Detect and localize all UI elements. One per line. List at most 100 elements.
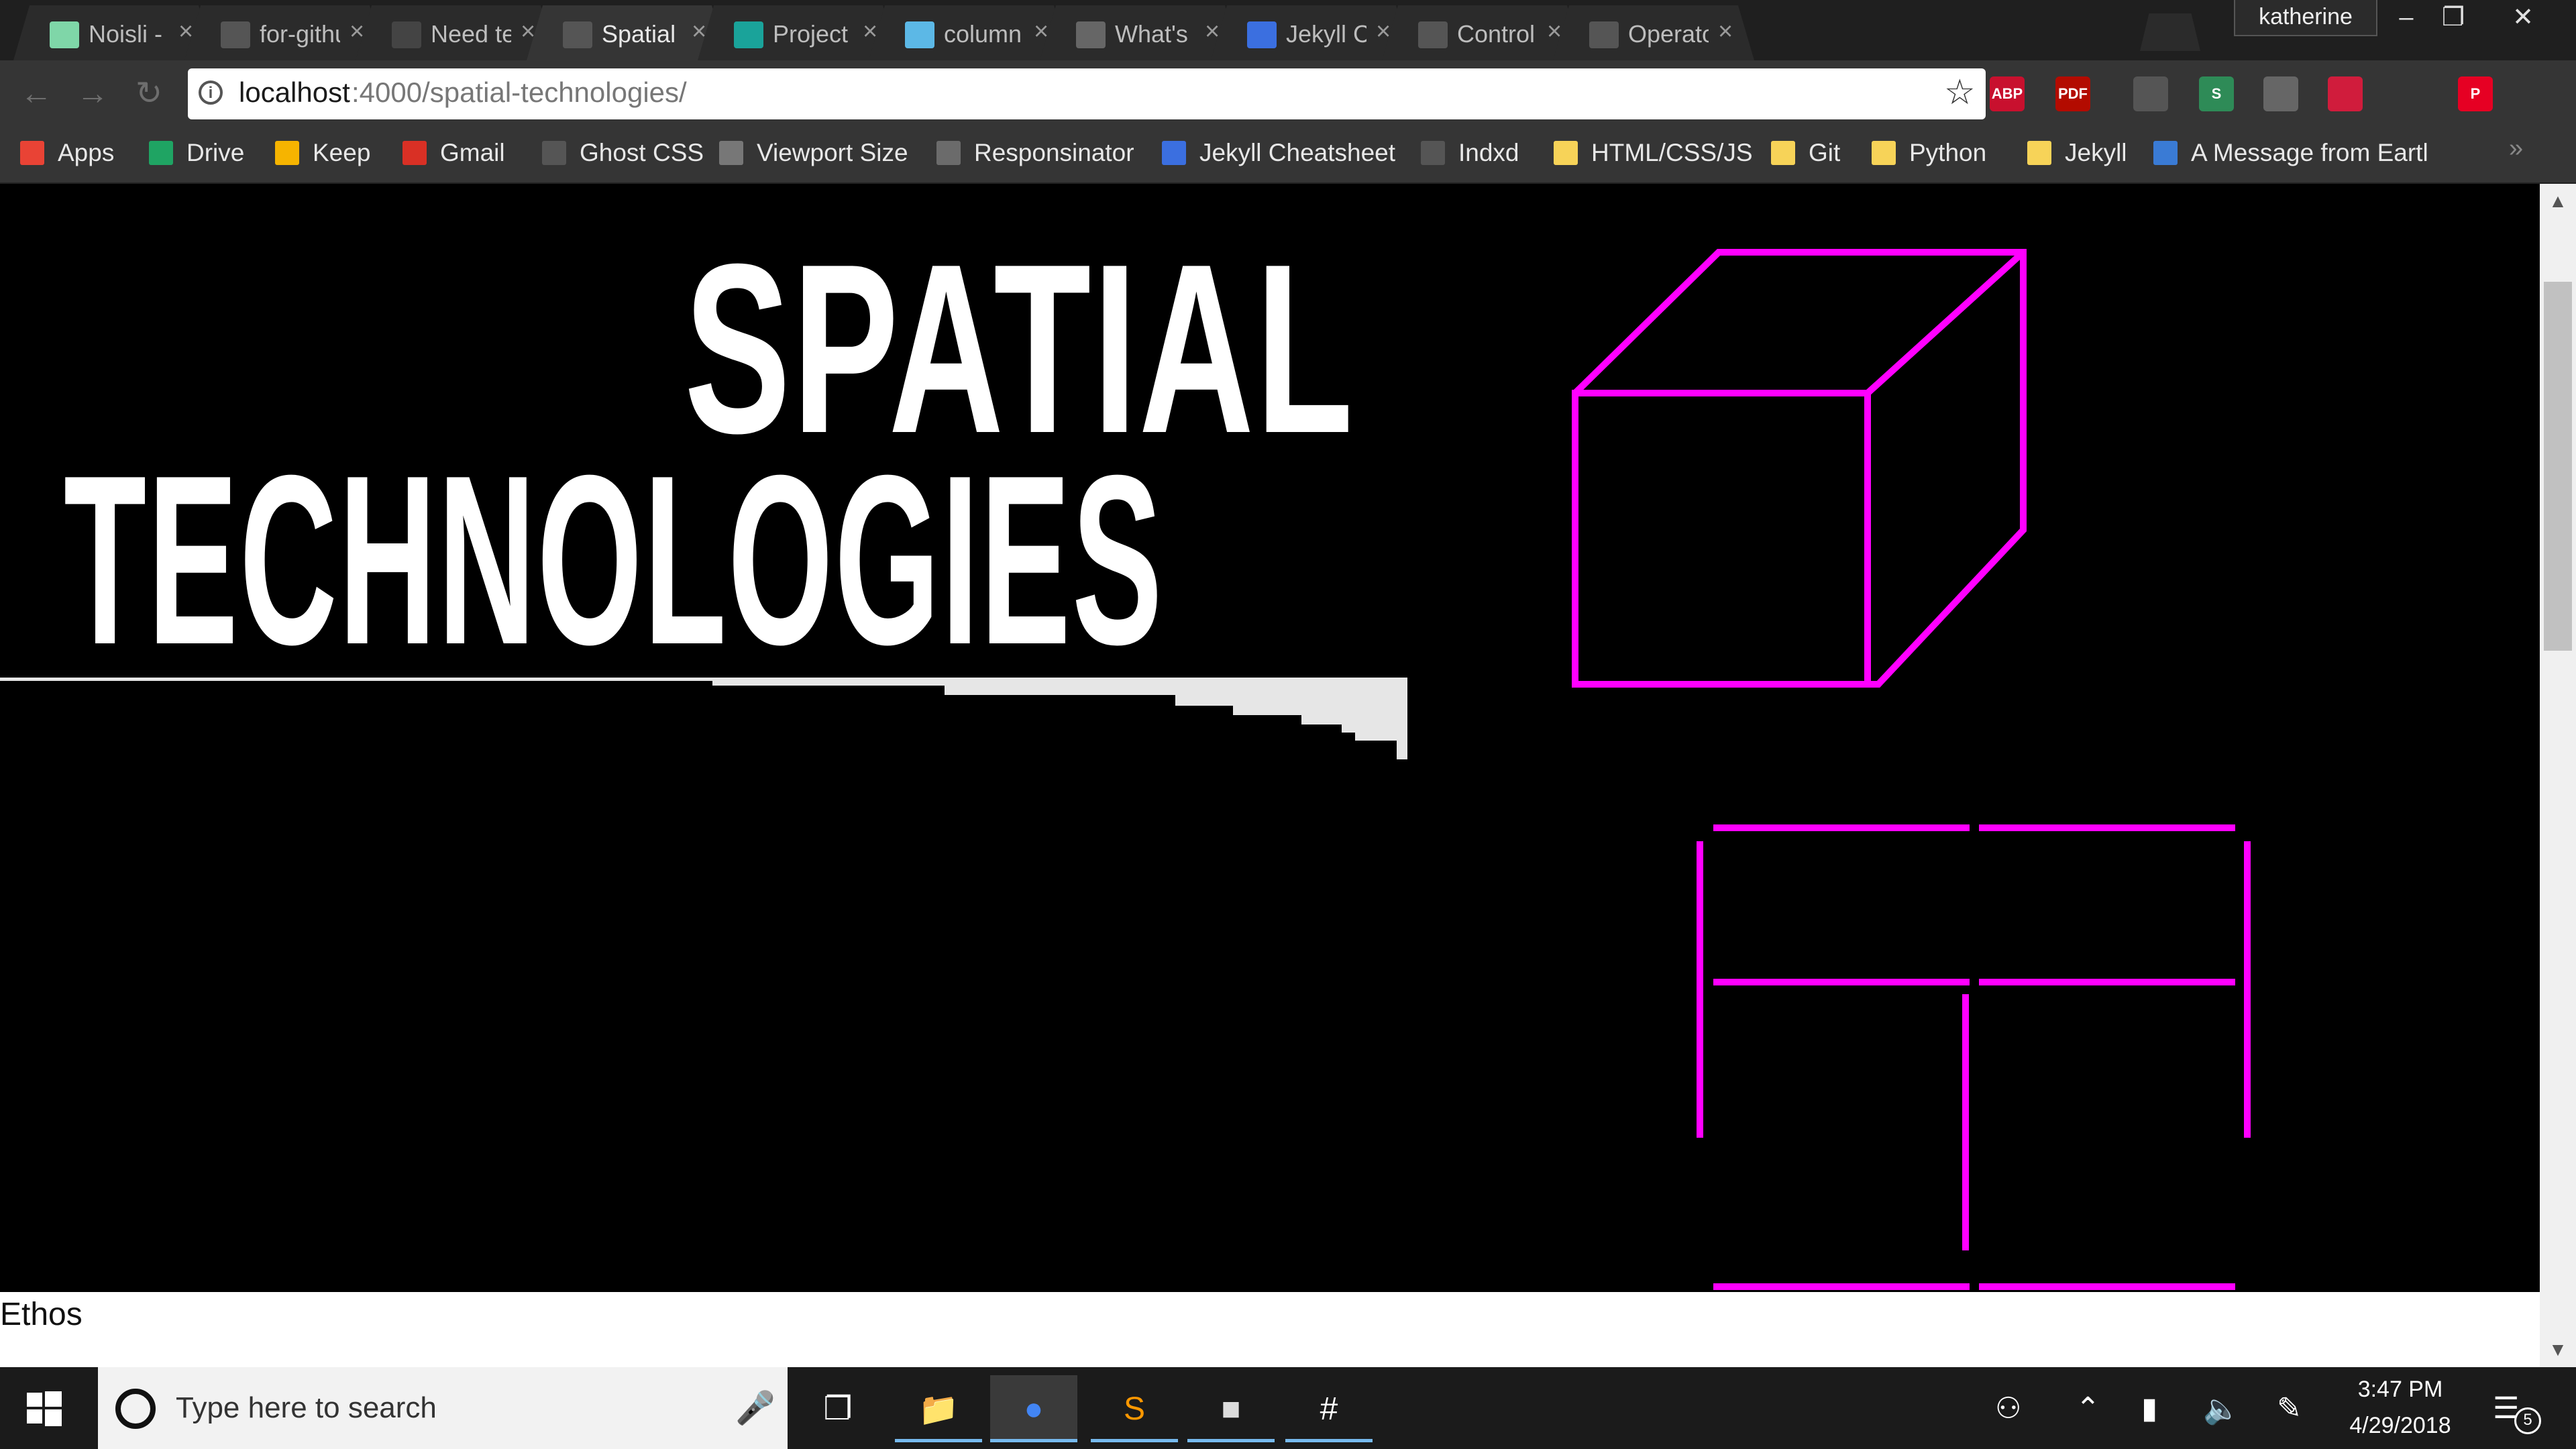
tab-title: Control: [1457, 20, 1536, 48]
bookmark-item[interactable]: Responsinator: [936, 133, 1134, 173]
bookmark-item[interactable]: Jekyll Cheatsheet: [1162, 133, 1395, 173]
tab-title: Spatial T: [602, 20, 682, 48]
cortana-icon: [115, 1389, 156, 1429]
dots-icon: [719, 141, 743, 165]
bookmark-label: Viewport Size: [757, 139, 908, 166]
bookmark-label: Drive: [186, 139, 245, 166]
bookmark-item[interactable]: Git: [1771, 133, 1840, 173]
bookmark-item[interactable]: A Message from Eartl: [2153, 133, 2428, 173]
ethos-section: [0, 1292, 2540, 1367]
bookmark-item[interactable]: Apps: [20, 133, 114, 173]
bookmark-item[interactable]: Indxd: [1421, 133, 1519, 173]
pdf-icon[interactable]: PDF: [2055, 76, 2090, 111]
tab[interactable]: Operato ×: [1553, 5, 1754, 60]
battery-icon[interactable]: ▮: [2141, 1391, 2157, 1426]
bookmark-star-icon[interactable]: ☆: [1944, 72, 1976, 113]
bookmark-label: Jekyll Cheatsheet: [1199, 139, 1396, 166]
scroll-down-icon[interactable]: ▼: [2540, 1336, 2576, 1363]
bookmark-item[interactable]: Jekyll: [2027, 133, 2127, 173]
folder-icon: [1771, 141, 1795, 165]
restore-icon[interactable]: ❐: [2423, 0, 2483, 35]
pocket-icon[interactable]: [2328, 76, 2363, 111]
bookmark-item[interactable]: Drive: [149, 133, 244, 173]
reload-icon[interactable]: ↻: [127, 72, 170, 115]
pinterest-icon[interactable]: P: [2458, 76, 2493, 111]
tab-title: column: [944, 20, 1022, 48]
profile-button[interactable]: katherine: [2234, 0, 2377, 36]
project-icon: [734, 21, 763, 48]
r-icon: [936, 141, 961, 165]
microphone-icon[interactable]: 🎤: [735, 1389, 775, 1427]
windows-start-icon[interactable]: [27, 1391, 62, 1426]
tab-close-icon[interactable]: ×: [1718, 17, 1733, 46]
task-view-icon[interactable]: ❐: [794, 1375, 881, 1442]
scrollbar-thumb[interactable]: [2544, 282, 2572, 651]
clock-time[interactable]: 3:47 PM: [2333, 1377, 2467, 1403]
scribe-icon[interactable]: S: [2199, 76, 2234, 111]
jekyll-icon: [1247, 21, 1277, 48]
gmail-icon: [402, 141, 427, 165]
file-explorer-icon[interactable]: 📁: [895, 1375, 982, 1442]
bookmark-item[interactable]: Python: [1872, 133, 1986, 173]
dots-icon: [1076, 21, 1106, 48]
bookmark-item[interactable]: Keep: [275, 133, 370, 173]
sublime-text-icon[interactable]: S: [1091, 1375, 1178, 1442]
close-window-icon[interactable]: ✕: [2493, 0, 2553, 35]
running-indicator: [990, 1439, 1077, 1442]
terminal-icon[interactable]: ■: [1187, 1375, 1275, 1442]
bookmark-item[interactable]: HTML/CSS/JS: [1554, 133, 1753, 173]
bookmark-label: Indxd: [1458, 139, 1519, 166]
hero-title-line-2: TECHNOLOGIES: [64, 425, 1164, 695]
tab-title: Noisli - I: [89, 20, 169, 48]
bookmark-item[interactable]: Viewport Size: [719, 133, 908, 173]
scroll-up-icon[interactable]: ▲: [2540, 188, 2576, 215]
bookmark-label: Ghost CSS: [580, 139, 704, 166]
show-hidden-icons-chevron-icon[interactable]: ⌃: [2076, 1391, 2100, 1426]
tab-title: Project F: [773, 20, 853, 48]
bookmarks-overflow-button[interactable]: »: [2509, 134, 2523, 163]
folder-icon: [1554, 141, 1578, 165]
new-tab-button[interactable]: [2140, 13, 2200, 51]
site-info-icon[interactable]: i: [199, 80, 223, 105]
running-indicator: [1187, 1439, 1275, 1442]
forward-arrow-icon[interactable]: →: [71, 72, 114, 115]
keep-icon: [275, 141, 299, 165]
bookmark-item[interactable]: Gmail: [402, 133, 505, 173]
bookmark-label: Jekyll: [2065, 139, 2127, 166]
ethos-heading: Ethos: [0, 1297, 83, 1332]
volume-icon[interactable]: 🔈: [2203, 1391, 2240, 1426]
chrome-icon[interactable]: ●: [990, 1375, 1077, 1442]
page-icon: [542, 141, 566, 165]
hero-underline-stepped: [0, 678, 1407, 759]
bookmark-label: Gmail: [440, 139, 505, 166]
bookmark-label: A Message from Eartl: [2191, 139, 2428, 166]
bookmark-label: Python: [1909, 139, 1987, 166]
people-icon[interactable]: ⚇: [1995, 1391, 2021, 1426]
lightbulb-icon[interactable]: [2263, 76, 2298, 111]
running-indicator: [1285, 1439, 1373, 1442]
bookmark-item[interactable]: Ghost CSS: [542, 133, 704, 173]
running-indicator: [895, 1439, 982, 1442]
drupal-icon: [1589, 21, 1619, 48]
page-icon: [1421, 141, 1445, 165]
cube-wireframe-icon: [1572, 249, 2027, 688]
clock-date[interactable]: 4/29/2018: [2333, 1413, 2467, 1439]
url-path: :4000/spatial-technologies/: [352, 76, 687, 108]
tab-title: Need te: [431, 20, 511, 48]
running-indicator: [1091, 1439, 1178, 1442]
folder-icon: [2027, 141, 2051, 165]
github-icon: [392, 21, 421, 48]
pen-workspace-icon[interactable]: ✎: [2277, 1391, 2302, 1426]
bookmark-label: Apps: [58, 139, 115, 166]
notification-count-badge: 5: [2514, 1407, 2541, 1434]
adblock-icon[interactable]: ABP: [1990, 76, 2025, 111]
magnifier-icon[interactable]: [2133, 76, 2168, 111]
cube-wireframe-lines: [1572, 249, 2027, 688]
back-arrow-icon[interactable]: ←: [15, 72, 58, 115]
folder-icon: [1872, 141, 1896, 165]
page-icon: [563, 21, 592, 48]
globe-icon: [2153, 141, 2178, 165]
drive-icon: [149, 141, 173, 165]
slack-icon[interactable]: #: [1285, 1375, 1373, 1442]
taskbar-search-input[interactable]: Type here to search: [176, 1391, 437, 1425]
